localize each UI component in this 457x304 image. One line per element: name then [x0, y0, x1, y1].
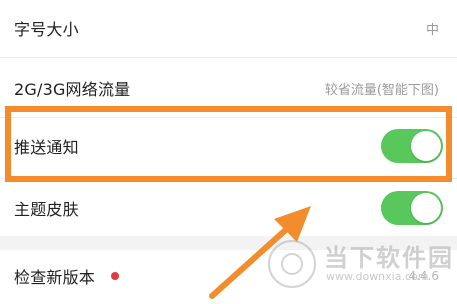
check-update-label: 检查新版本 [14, 268, 96, 287]
theme-skin-label: 主题皮肤 [14, 200, 79, 219]
section-separator [0, 236, 457, 250]
font-size-row[interactable]: 字号大小 中 [0, 2, 457, 54]
network-traffic-value: 较省流量(智能下图) [324, 82, 439, 98]
check-update-row[interactable]: 检查新版本 4.4.6 [0, 250, 457, 302]
update-available-dot [111, 272, 120, 280]
version-number: 4.4.6 [408, 269, 439, 283]
divider [0, 178, 457, 179]
theme-skin-toggle[interactable] [381, 191, 443, 225]
theme-skin-row: 主题皮肤 [0, 182, 457, 234]
settings-screen: 字号大小 中 2G/3G网络流量 较省流量(智能下图) 推送通知 主题皮肤 检查… [0, 0, 457, 304]
push-notifications-label: 推送通知 [14, 138, 79, 157]
push-notifications-row: 推送通知 [0, 120, 457, 172]
toggle-knob [411, 131, 441, 161]
push-notifications-toggle[interactable] [381, 129, 443, 163]
divider [0, 117, 457, 118]
font-size-value: 中 [425, 22, 439, 38]
divider [0, 57, 457, 58]
network-traffic-row[interactable]: 2G/3G网络流量 较省流量(智能下图) [0, 62, 457, 114]
toggle-knob [411, 193, 441, 223]
font-size-label: 字号大小 [14, 20, 79, 39]
network-traffic-label: 2G/3G网络流量 [14, 80, 131, 99]
